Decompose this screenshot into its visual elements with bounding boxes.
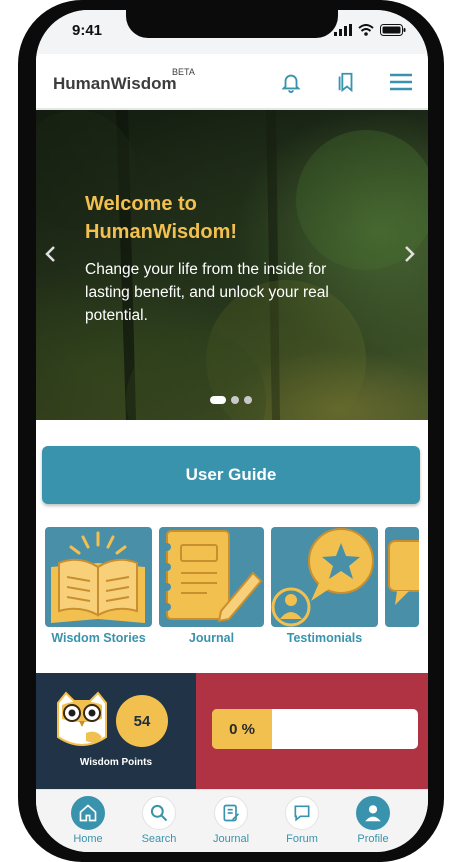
open-book-icon xyxy=(51,531,145,623)
carousel-dot[interactable] xyxy=(231,396,239,404)
wisdom-points-label: Wisdom Points xyxy=(79,757,153,768)
profile-icon xyxy=(365,805,381,822)
search-icon xyxy=(150,804,168,822)
progress-bar: 0 % xyxy=(212,709,418,749)
status-time: 9:41 xyxy=(72,22,103,39)
hero-carousel[interactable]: Welcome to HumanWisdom! Change your life… xyxy=(36,110,428,420)
nav-label: Profile xyxy=(357,833,389,845)
tile-label[interactable]: Journal xyxy=(159,631,264,645)
bookmarks-button[interactable] xyxy=(332,68,360,96)
carousel-dots xyxy=(210,396,252,404)
hamburger-menu-icon xyxy=(390,73,412,91)
speech-bubble-icon xyxy=(388,540,419,605)
carousel-next-button[interactable] xyxy=(398,242,422,266)
chevron-left-icon xyxy=(45,246,55,262)
carousel-dot[interactable] xyxy=(244,396,252,404)
hero-description: Change your life from the inside for las… xyxy=(85,261,329,324)
progress-fill: 0 % xyxy=(212,709,272,749)
bottom-navigation: Home Search Journal Forum Profile xyxy=(36,789,428,852)
nav-search[interactable]: Search xyxy=(129,796,189,845)
status-icons xyxy=(334,24,406,36)
tile-testimonials[interactable] xyxy=(271,527,378,627)
carousel-prev-button[interactable] xyxy=(38,242,62,266)
brand-logo-text[interactable]: HumanWisdom xyxy=(53,74,177,94)
nav-label: Journal xyxy=(212,833,250,845)
chevron-right-icon xyxy=(405,246,415,262)
signal-icon xyxy=(334,24,352,36)
carousel-dot[interactable] xyxy=(210,396,226,404)
wisdom-points-badge: 54 xyxy=(116,695,168,747)
tile-wisdom-stories[interactable] xyxy=(45,527,152,627)
home-icon xyxy=(79,804,97,822)
app-screen: 9:41 HumanWisdom BETA Welcome to HumanWi… xyxy=(36,10,428,852)
wisdom-points-panel[interactable]: 54 Wisdom Points xyxy=(36,673,196,789)
journal-icon xyxy=(223,804,240,822)
stats-band: 54 Wisdom Points 0 % xyxy=(36,673,428,789)
wifi-icon xyxy=(358,24,374,36)
nav-profile[interactable]: Profile xyxy=(343,796,403,845)
progress-panel[interactable]: 0 % xyxy=(196,673,428,789)
nav-label: Search xyxy=(141,833,177,845)
battery-icon xyxy=(380,24,406,36)
nav-home[interactable]: Home xyxy=(58,796,118,845)
owl-icon xyxy=(57,691,107,746)
tile-next-partial[interactable] xyxy=(385,527,419,627)
bell-icon xyxy=(281,74,301,93)
notifications-button[interactable] xyxy=(277,68,305,96)
progress-percentage: 0 % xyxy=(229,720,255,738)
beta-tag: BETA xyxy=(172,67,195,77)
bookmarks-icon xyxy=(338,72,353,93)
app-header: HumanWisdom BETA xyxy=(36,54,428,110)
star-speech-bubble-icon xyxy=(271,528,374,627)
tile-journal[interactable] xyxy=(159,527,264,627)
nav-label: Home xyxy=(73,833,103,845)
nav-label: Forum xyxy=(286,833,318,845)
tile-label[interactable]: Wisdom Stories xyxy=(45,631,152,645)
nav-forum[interactable]: Forum xyxy=(272,796,332,845)
notebook-pencil-icon xyxy=(163,530,263,623)
nav-journal[interactable]: Journal xyxy=(201,796,261,845)
hero-title: Welcome to HumanWisdom! xyxy=(85,193,238,243)
camera-notch xyxy=(126,10,338,38)
tile-label[interactable]: Testimonials xyxy=(271,631,378,645)
chat-icon xyxy=(294,805,310,822)
menu-button[interactable] xyxy=(387,68,415,96)
user-guide-button[interactable]: User Guide xyxy=(42,446,420,504)
